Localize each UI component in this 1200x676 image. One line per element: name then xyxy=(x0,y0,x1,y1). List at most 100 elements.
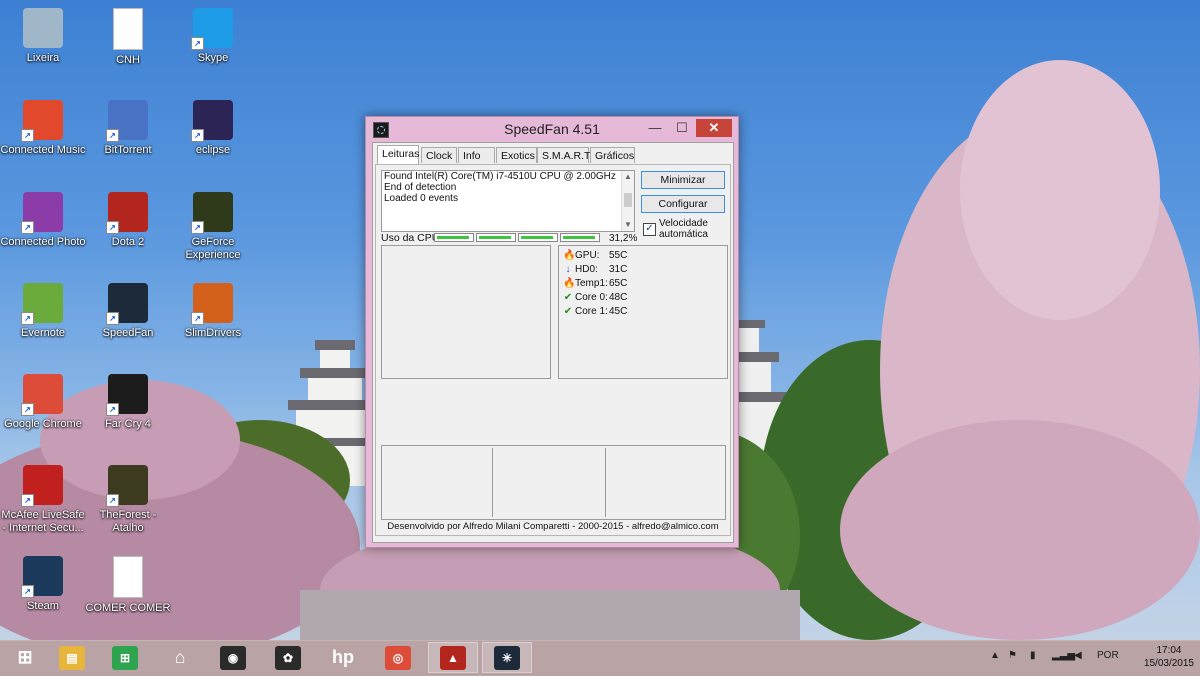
skype-icon: ↗ xyxy=(191,8,233,50)
desktop-icon-lixeira[interactable]: Lixeira xyxy=(0,4,86,92)
desktop-icon-comer-comer[interactable]: COMER COMER xyxy=(85,552,171,640)
steam-icon: ↗ xyxy=(21,556,63,598)
tab-smart[interactable]: S.M.A.R.T xyxy=(537,147,590,163)
desktop-icon-google-chrome[interactable]: ↗ Google Chrome xyxy=(0,370,86,458)
temperature-sensor-name: Temp1: xyxy=(575,278,608,289)
desktop-icon-speedfan[interactable]: ↗ SpeedFan xyxy=(85,279,171,367)
shortcut-arrow-icon: ↗ xyxy=(106,129,119,142)
tab-info[interactable]: Info xyxy=(458,147,495,163)
desktop-icon-geforce-experience[interactable]: ↗ GeForce Experience xyxy=(170,188,256,276)
taskbar-home[interactable]: ⌂ xyxy=(155,642,205,673)
desktop-icon-eclipse[interactable]: ↗ eclipse xyxy=(170,96,256,184)
taskbar-start-button[interactable]: ⊞ xyxy=(0,642,50,673)
taskbar-file-explorer[interactable]: ▤ xyxy=(47,642,97,673)
desktop-icon-slimdrivers[interactable]: ↗ SlimDrivers xyxy=(170,279,256,367)
desktop-icon-cnh[interactable]: CNH xyxy=(85,4,171,92)
bittorrent-icon: ↗ xyxy=(106,100,148,142)
desktop-icon-label: Google Chrome xyxy=(4,418,82,430)
cpu-core-usage-bar xyxy=(434,233,474,242)
eclipse-icon: ↗ xyxy=(191,100,233,142)
detection-log[interactable]: Found Intel(R) Core(TM) i7-4510U CPU @ 2… xyxy=(381,170,635,232)
temperature-row: ✔ Core 0: 48C xyxy=(563,291,628,304)
desktop-icon-connected-photo[interactable]: ↗ Connected Photo xyxy=(0,188,86,276)
checkmark-icon: ✔ xyxy=(563,292,573,303)
cpu-usage-value: 31,2% xyxy=(609,233,638,244)
taskbar-speedfan[interactable]: ✳ xyxy=(482,642,532,673)
action-center-flag-icon[interactable]: ⚑ xyxy=(1008,650,1017,661)
desktop-icon-label: Evernote xyxy=(20,327,66,339)
document-icon xyxy=(113,8,143,50)
close-window-button[interactable]: ✕ xyxy=(696,119,732,137)
desktop-icon-dota-2[interactable]: ↗ Dota 2 xyxy=(85,188,171,276)
log-line: Found Intel(R) Core(TM) i7-4510U CPU @ 2… xyxy=(384,171,616,182)
clock-time: 17:04 xyxy=(1156,645,1182,656)
desktop-icon-label: Connected Music xyxy=(0,144,86,156)
taskbar-chrome[interactable]: ◎ xyxy=(373,642,423,673)
scroll-up-arrow-icon[interactable]: ▲ xyxy=(622,172,634,182)
tab-graficos[interactable]: Gráficos xyxy=(590,147,635,163)
scroll-thumb[interactable] xyxy=(624,193,632,207)
temperature-sensor-name: Core 0: xyxy=(575,292,608,303)
temperature-sensor-name: HD0: xyxy=(575,264,598,275)
log-line: End of detection xyxy=(384,182,457,193)
down-arrow-icon: ↓ xyxy=(565,264,571,275)
temperatures-box: 🔥GPU: 55C ↓ HD0: 31C 🔥Temp1: 65C ✔ Core 0: 48C ✔ Co… xyxy=(558,245,728,379)
taskbar-dota2[interactable]: ▲ xyxy=(428,642,478,673)
log-scrollbar[interactable]: ▲ ▼ xyxy=(621,171,634,231)
desktop-icon-evernote[interactable]: ↗ Evernote xyxy=(0,279,86,367)
shortcut-arrow-icon: ↗ xyxy=(191,312,204,325)
network-signal-icon[interactable]: ▂▃▅ xyxy=(1052,650,1075,661)
language-indicator[interactable]: POR xyxy=(1097,650,1119,661)
dota2-icon: ↗ xyxy=(106,192,148,234)
temperature-row: ↓ HD0: 31C xyxy=(563,263,628,276)
desktop-icon-label: Far Cry 4 xyxy=(105,418,151,430)
minimizar-button[interactable]: Minimizar xyxy=(641,171,725,189)
shortcut-arrow-icon: ↗ xyxy=(106,403,119,416)
desktop-icon-skype[interactable]: ↗ Skype xyxy=(170,4,256,92)
title-bar[interactable]: SpeedFan 4.51 — ☐ ✕ xyxy=(366,117,738,142)
desktop-icon-theforest-atalho[interactable]: ↗ TheForest - Atalho xyxy=(85,461,171,549)
taskbar-hp-app[interactable]: hp xyxy=(318,642,368,673)
desktop-icon-connected-music[interactable]: ↗ Connected Music xyxy=(0,96,86,184)
speedfan-window[interactable]: SpeedFan 4.51 — ☐ ✕ Leituras Clock Info … xyxy=(365,116,739,548)
desktop-icon-steam[interactable]: ↗ Steam xyxy=(0,552,86,640)
desktop-icon-label: Skype xyxy=(197,52,229,64)
desktop-icon-label: SpeedFan xyxy=(102,327,154,339)
tab-leituras[interactable]: Leituras xyxy=(377,145,419,165)
tab-exotics[interactable]: Exotics xyxy=(496,147,537,163)
photo-app-icon: ✿ xyxy=(275,645,301,670)
cpu-core-usage-fill xyxy=(479,236,511,239)
scroll-down-arrow-icon[interactable]: ▼ xyxy=(622,220,634,230)
desktop-icon-far-cry-4[interactable]: ↗ Far Cry 4 xyxy=(85,370,171,458)
theforest-icon: ↗ xyxy=(106,465,148,507)
system-clock[interactable]: 17:04 15/03/2015 xyxy=(1144,644,1194,670)
power-icon[interactable]: ▮ xyxy=(1030,650,1036,661)
temperature-sensor-name: GPU: xyxy=(575,250,600,261)
desktop-icon-bittorrent[interactable]: ↗ BitTorrent xyxy=(85,96,171,184)
show-hidden-icons-icon[interactable]: ▲ xyxy=(990,650,1000,661)
taskbar-photo-app[interactable]: ✿ xyxy=(263,642,313,673)
minimize-window-button[interactable]: — xyxy=(642,119,668,137)
volume-icon[interactable]: ◀ xyxy=(1074,650,1082,661)
window-client-area: Leituras Clock Info Exotics S.M.A.R.T Gr… xyxy=(372,142,734,543)
shortcut-arrow-icon: ↗ xyxy=(106,221,119,234)
taskbar-store[interactable]: ⊞ xyxy=(100,642,150,673)
connected-music-icon: ↗ xyxy=(21,100,63,142)
auto-speed-checkbox[interactable]: ✓ xyxy=(643,223,656,236)
taskbar-webcam-app[interactable]: ◉ xyxy=(208,642,258,673)
mcafee-icon: ↗ xyxy=(21,465,63,507)
maximize-window-button[interactable]: ☐ xyxy=(669,119,695,137)
temperature-value: 45C xyxy=(609,306,628,317)
temperature-value: 55C xyxy=(609,250,628,261)
shortcut-arrow-icon: ↗ xyxy=(106,312,119,325)
configurar-button[interactable]: Configurar xyxy=(641,195,725,213)
auto-speed-label: Velocidade automática xyxy=(659,218,708,240)
temperature-row: ✔ Core 1: 45C xyxy=(563,305,628,318)
shortcut-arrow-icon: ↗ xyxy=(191,129,204,142)
clock-date: 15/03/2015 xyxy=(1143,658,1194,669)
desktop-icon-mcafee-livesafe-internet-secu[interactable]: ↗ McAfee LiveSafe - Internet Secu... xyxy=(0,461,86,549)
tab-clock[interactable]: Clock xyxy=(421,147,457,163)
desktop-icon-label: SlimDrivers xyxy=(184,327,242,339)
desktop-icon-label: BitTorrent xyxy=(104,144,152,156)
temperature-value: 31C xyxy=(609,264,628,275)
